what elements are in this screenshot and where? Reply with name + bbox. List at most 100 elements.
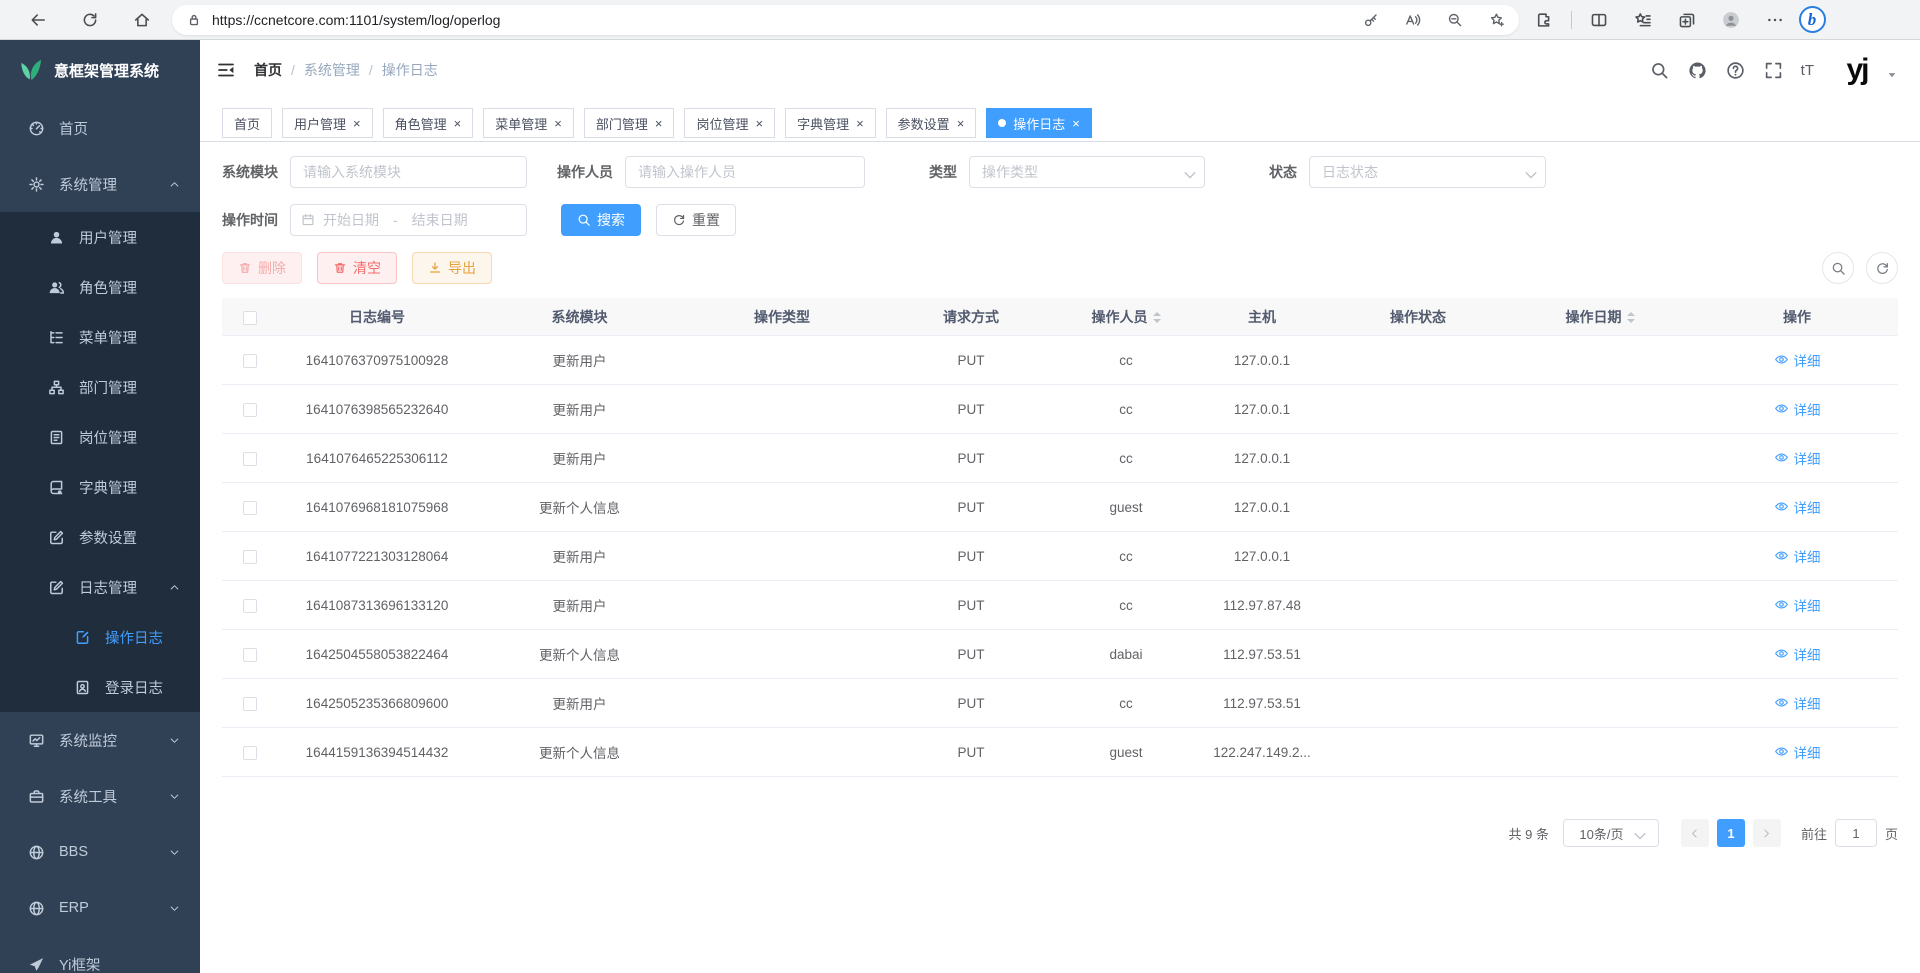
profile-avatar-button[interactable] bbox=[1714, 4, 1748, 36]
home-button[interactable] bbox=[124, 4, 160, 36]
sidebar-item-Yi框架[interactable]: Yi框架 bbox=[0, 936, 200, 973]
detail-link[interactable]: 详细 bbox=[1774, 497, 1821, 517]
show-search-button[interactable] bbox=[1822, 252, 1854, 284]
date-range-picker[interactable]: 开始日期 - 结束日期 bbox=[290, 204, 527, 236]
search-button[interactable]: 搜索 bbox=[561, 204, 641, 236]
page-size-select[interactable]: 10条/页 bbox=[1563, 819, 1659, 847]
tab-close-icon[interactable]: × bbox=[454, 117, 462, 130]
prev-page-button[interactable] bbox=[1681, 819, 1709, 847]
sidebar-item-角色管理[interactable]: 角色管理 bbox=[0, 262, 200, 312]
row-checkbox[interactable] bbox=[243, 403, 257, 417]
sidebar-item-参数设置[interactable]: 参数设置 bbox=[0, 512, 200, 562]
tab-close-icon[interactable]: × bbox=[755, 117, 763, 130]
tab-close-icon[interactable]: × bbox=[1072, 117, 1080, 130]
copilot-button[interactable]: b bbox=[1794, 4, 1830, 36]
tab-岗位管理[interactable]: 岗位管理× bbox=[684, 108, 775, 138]
collections-add-button[interactable] bbox=[1670, 4, 1704, 36]
collections-star-button[interactable] bbox=[1626, 4, 1660, 36]
next-page-button[interactable] bbox=[1753, 819, 1781, 847]
tab-close-icon[interactable]: × bbox=[655, 117, 663, 130]
breadcrumb-item[interactable]: 首页 bbox=[254, 60, 282, 80]
detail-link[interactable]: 详细 bbox=[1774, 448, 1821, 468]
export-button[interactable]: 导出 bbox=[412, 252, 492, 284]
detail-link[interactable]: 详细 bbox=[1774, 546, 1821, 566]
sidebar-item-系统监控[interactable]: 系统监控 bbox=[0, 712, 200, 768]
end-date-placeholder[interactable]: 结束日期 bbox=[412, 210, 468, 230]
tab-部门管理[interactable]: 部门管理× bbox=[584, 108, 675, 138]
url-text[interactable]: https://ccnetcore.com:1101/system/log/op… bbox=[212, 12, 1363, 28]
sidebar-fold-button[interactable] bbox=[216, 60, 236, 80]
tab-菜单管理[interactable]: 菜单管理× bbox=[483, 108, 574, 138]
sidebar-item-菜单管理[interactable]: 菜单管理 bbox=[0, 312, 200, 362]
module-input[interactable] bbox=[290, 156, 527, 188]
operator-input[interactable] bbox=[625, 156, 865, 188]
avatar-dropdown-caret[interactable] bbox=[1886, 59, 1898, 81]
column-header-操作日期[interactable]: 操作日期 bbox=[1504, 307, 1696, 327]
refresh-table-button[interactable] bbox=[1866, 252, 1898, 284]
tab-close-icon[interactable]: × bbox=[353, 117, 361, 130]
row-checkbox[interactable] bbox=[243, 501, 257, 515]
sort-carets-icon[interactable] bbox=[1627, 312, 1635, 323]
tab-close-icon[interactable]: × bbox=[554, 117, 562, 130]
help-button[interactable] bbox=[1721, 55, 1751, 85]
clear-button[interactable]: 清空 bbox=[317, 252, 397, 284]
tab-操作日志[interactable]: 操作日志× bbox=[986, 108, 1092, 138]
delete-button[interactable]: 删除 bbox=[222, 252, 302, 284]
tab-close-icon[interactable]: × bbox=[856, 117, 864, 130]
row-checkbox[interactable] bbox=[243, 746, 257, 760]
key-button[interactable] bbox=[1363, 12, 1379, 28]
extensions-button[interactable] bbox=[1527, 4, 1561, 36]
sidebar-item-登录日志[interactable]: 登录日志 bbox=[0, 662, 200, 712]
type-select[interactable]: 操作类型 bbox=[969, 156, 1205, 188]
start-date-placeholder[interactable]: 开始日期 bbox=[323, 210, 379, 230]
sidebar-item-首页[interactable]: 首页 bbox=[0, 100, 200, 156]
row-checkbox[interactable] bbox=[243, 550, 257, 564]
column-header-操作人员[interactable]: 操作人员 bbox=[1060, 307, 1192, 327]
sidebar-item-系统工具[interactable]: 系统工具 bbox=[0, 768, 200, 824]
detail-link[interactable]: 详细 bbox=[1774, 693, 1821, 713]
sidebar-item-岗位管理[interactable]: 岗位管理 bbox=[0, 412, 200, 462]
breadcrumb-item[interactable]: 系统管理 bbox=[304, 60, 360, 80]
row-checkbox[interactable] bbox=[243, 648, 257, 662]
user-avatar[interactable]: yj bbox=[1836, 50, 1878, 90]
tab-参数设置[interactable]: 参数设置× bbox=[886, 108, 977, 138]
detail-link[interactable]: 详细 bbox=[1774, 350, 1821, 370]
search-button[interactable] bbox=[1645, 55, 1675, 85]
fullscreen-button[interactable] bbox=[1759, 55, 1789, 85]
read-aloud-button[interactable] bbox=[1405, 12, 1421, 28]
tab-用户管理[interactable]: 用户管理× bbox=[282, 108, 373, 138]
address-bar[interactable]: https://ccnetcore.com:1101/system/log/op… bbox=[172, 5, 1519, 35]
tab-首页[interactable]: 首页 bbox=[222, 108, 272, 138]
sort-carets-icon[interactable] bbox=[1153, 312, 1161, 323]
tab-close-icon[interactable]: × bbox=[957, 117, 965, 130]
sidebar-item-用户管理[interactable]: 用户管理 bbox=[0, 212, 200, 262]
sidebar-item-系统管理[interactable]: 系统管理 bbox=[0, 156, 200, 212]
back-button[interactable] bbox=[20, 4, 56, 36]
reset-button[interactable]: 重置 bbox=[656, 204, 736, 236]
goto-page-input[interactable] bbox=[1835, 819, 1877, 847]
copilot-icon[interactable]: b bbox=[1799, 6, 1826, 33]
refresh-button[interactable] bbox=[72, 4, 108, 36]
zoom-out-button[interactable] bbox=[1447, 12, 1463, 28]
font-size-button[interactable]: tT bbox=[1797, 62, 1818, 79]
detail-link[interactable]: 详细 bbox=[1774, 595, 1821, 615]
sidebar-logo[interactable]: 意框架管理系统 bbox=[0, 40, 200, 100]
detail-link[interactable]: 详细 bbox=[1774, 399, 1821, 419]
page-number-1[interactable]: 1 bbox=[1717, 819, 1745, 847]
github-button[interactable] bbox=[1683, 55, 1713, 85]
sidebar-item-部门管理[interactable]: 部门管理 bbox=[0, 362, 200, 412]
sidebar-item-ERP[interactable]: ERP bbox=[0, 880, 200, 936]
split-screen-button[interactable] bbox=[1582, 4, 1616, 36]
sidebar-item-操作日志[interactable]: 操作日志 bbox=[0, 612, 200, 662]
tab-字典管理[interactable]: 字典管理× bbox=[785, 108, 876, 138]
select-all-checkbox[interactable] bbox=[243, 311, 257, 325]
more-button[interactable] bbox=[1758, 4, 1792, 36]
sidebar-item-日志管理[interactable]: 日志管理 bbox=[0, 562, 200, 612]
breadcrumb-item[interactable]: 操作日志 bbox=[382, 60, 438, 80]
detail-link[interactable]: 详细 bbox=[1774, 644, 1821, 664]
row-checkbox[interactable] bbox=[243, 452, 257, 466]
favorite-add-button[interactable] bbox=[1489, 12, 1505, 28]
sidebar-item-字典管理[interactable]: 字典管理 bbox=[0, 462, 200, 512]
detail-link[interactable]: 详细 bbox=[1774, 742, 1821, 762]
sidebar-item-BBS[interactable]: BBS bbox=[0, 824, 200, 880]
